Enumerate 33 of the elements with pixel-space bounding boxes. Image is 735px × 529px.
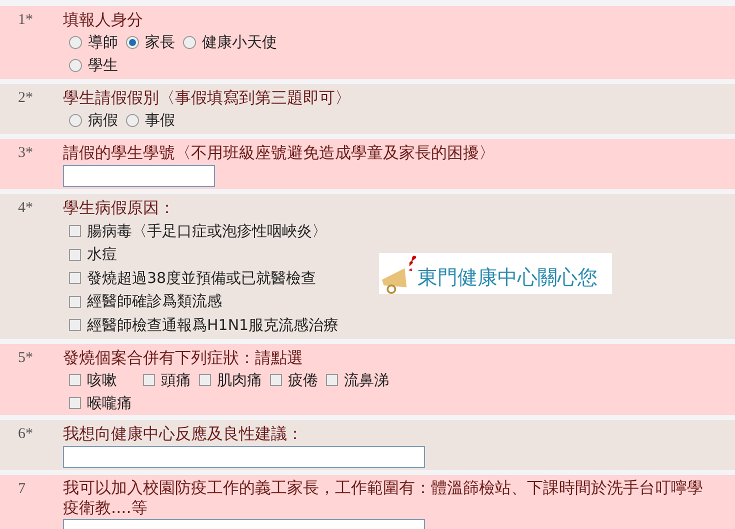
checkbox-option[interactable]: 頭痛 (143, 368, 191, 392)
radio-option[interactable]: 學生 (69, 54, 118, 77)
radio-option[interactable]: 病假 (69, 109, 118, 132)
question-number: 4* (17, 199, 34, 218)
radio-option[interactable]: 家長 (126, 31, 175, 54)
checkbox-option[interactable]: 肌肉痛 (199, 368, 262, 392)
checkbox-option[interactable]: 喉嚨痛 (69, 392, 132, 415)
banner-text: 東門健康中心關心您 (418, 264, 598, 292)
checkbox-option[interactable]: 經醫師檢查通報爲H1N1服克流感治療 (69, 313, 339, 337)
question-text: 填報人身分 (63, 9, 144, 31)
checkbox-option[interactable]: 經醫師確診爲類流感 (69, 290, 339, 314)
checkbox-option[interactable]: 咳嗽 (69, 368, 117, 392)
question-text: 我想向健康中心反應及良性建議： (63, 422, 304, 445)
question-number: 1* (17, 11, 34, 30)
checkbox-option[interactable]: 流鼻涕 (326, 368, 389, 392)
checkbox-option[interactable]: 水痘 (69, 242, 339, 266)
question-number: 7 (17, 480, 26, 499)
checkbox-option[interactable]: 腸病毒〈手足口症或泡疹性咽峽炎〉 (69, 219, 339, 243)
question-text: 我可以加入校園防疫工作的義工家長，工作範圍有：體溫篩檢站、下課時間於洗手台叮嚀學 (63, 478, 703, 498)
question-text: 請假的學生學號〈不用班級座號避免造成學童及家長的困擾〉 (63, 142, 495, 164)
radio-option[interactable]: 事假 (126, 109, 175, 132)
question-number: 3* (17, 144, 34, 163)
question-number: 2* (17, 89, 34, 108)
radio-option[interactable]: 導師 (69, 31, 118, 54)
question-text: 學生病假原因： (63, 197, 176, 220)
question-text: 學生請假假別〈事假填寫到第三題即可〉 (63, 87, 351, 109)
question-number: 5* (17, 348, 34, 368)
question-number: 6* (17, 424, 34, 444)
question-text: 發燒個案合併有下列症狀：請點選 (63, 346, 304, 369)
checkbox-option[interactable]: 疲倦 (270, 368, 318, 392)
radio-option[interactable]: 健康小天使 (183, 31, 277, 54)
question-text: 疫衛教....等 (63, 498, 148, 518)
checkbox-option[interactable]: 發燒超過38度並預備或已就醫檢查 (69, 266, 339, 290)
